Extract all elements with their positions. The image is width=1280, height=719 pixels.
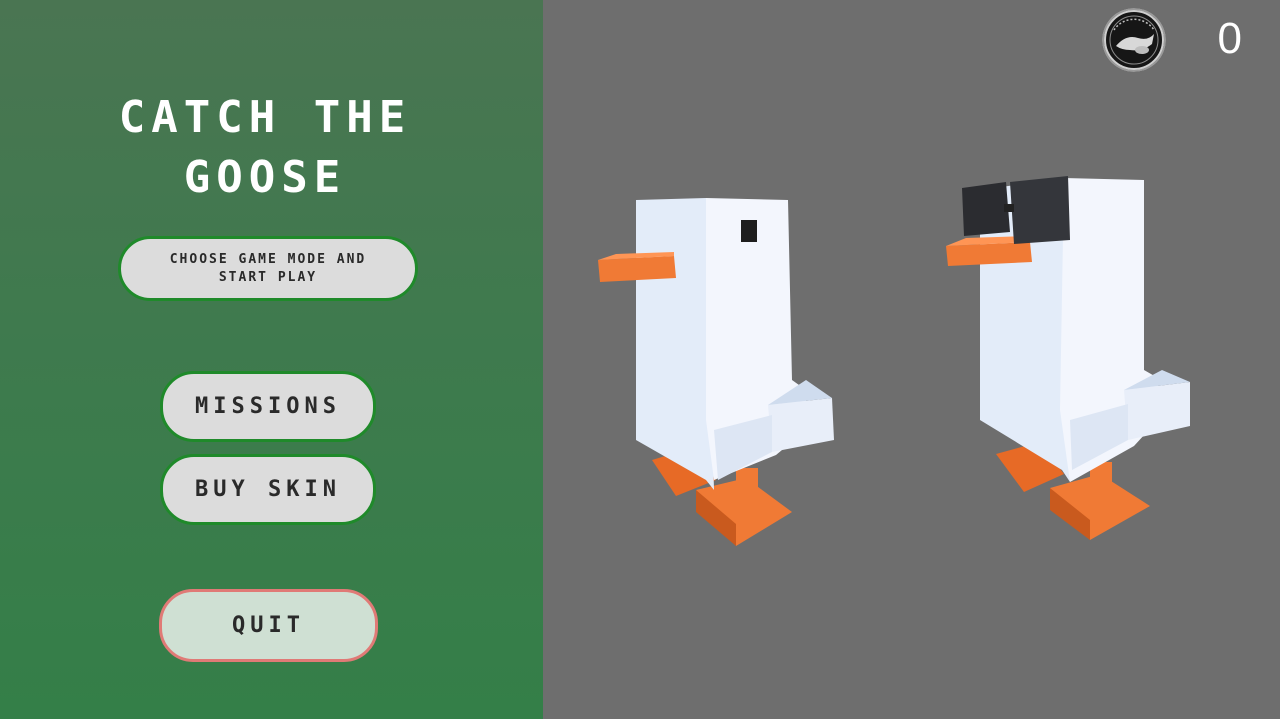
score-counter: 0 (1217, 14, 1242, 63)
title-line-2: GOOSE (183, 152, 347, 203)
buy-skin-button[interactable]: BUY SKIN (160, 454, 376, 525)
title-line-1: CATCH THE (118, 92, 412, 143)
game-title: CATCH THE GOOSE (0, 88, 530, 208)
goose-character-preview (596, 190, 841, 550)
quit-label: QUIT (232, 613, 305, 638)
missions-button[interactable]: MISSIONS (160, 371, 376, 442)
main-menu-panel: CATCH THE GOOSE CHOOSE GAME MODE AND STA… (0, 0, 543, 719)
buy-skin-label: BUY SKIN (195, 477, 341, 502)
missions-label: MISSIONS (195, 394, 341, 419)
goose-sunglasses-character-preview (944, 170, 1194, 545)
start-play-label: CHOOSE GAME MODE AND START PLAY (169, 251, 367, 285)
start-play-button[interactable]: CHOOSE GAME MODE AND START PLAY (118, 236, 418, 301)
coin-medal-icon (1102, 8, 1166, 72)
quit-button[interactable]: QUIT (159, 589, 378, 662)
